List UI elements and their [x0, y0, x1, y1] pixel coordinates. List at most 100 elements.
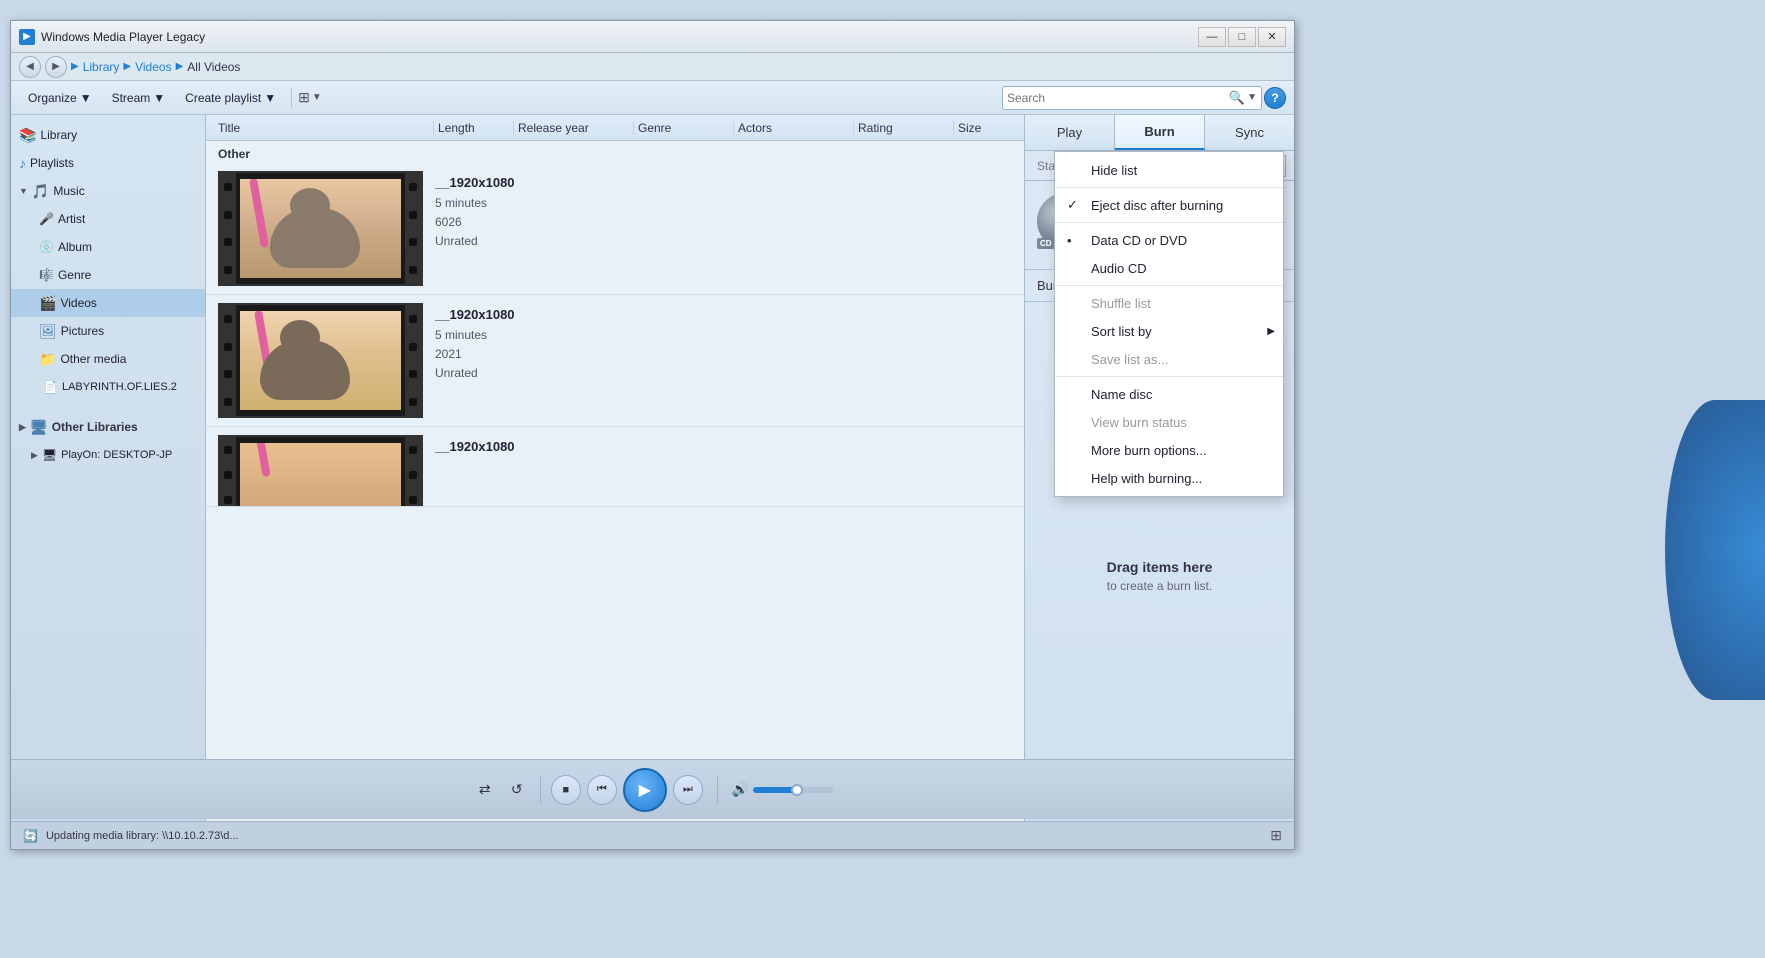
film-hole [409, 183, 417, 191]
play-icon: ▶ [639, 780, 651, 800]
film-hole [224, 211, 232, 219]
col-release-year[interactable]: Release year [514, 121, 634, 135]
player-separator-2 [717, 776, 718, 804]
tab-sync[interactable]: Sync [1205, 115, 1294, 150]
breadcrumb-videos[interactable]: Videos [135, 60, 171, 74]
video-meta-1: __1920x1080 5 minutes 6026 Unrated [435, 171, 1012, 252]
sidebar-item-music[interactable]: ▼ 🎵 Music [11, 177, 205, 205]
sidebar: 📚 Library ♪ Playlists ▼ 🎵 Music 🎤 Artist… [11, 115, 206, 849]
column-headers: Title Length Release year Genre Actors R… [206, 115, 1024, 141]
sidebar-item-genre[interactable]: 🎼 Genre [11, 261, 205, 289]
sidebar-item-other-media[interactable]: 📁 Other media [11, 345, 205, 373]
film-holes-left-1 [220, 173, 236, 284]
repeat-icon: ↺ [511, 781, 523, 798]
film-holes-left-3 [220, 437, 236, 507]
organize-button[interactable]: Organize ▼ [19, 85, 101, 111]
menu-data-cd-dvd[interactable]: • Data CD or DVD [1055, 226, 1283, 254]
player-bar: ⇄ ↺ ■ ⏮ ▶ ⏭ 🔊 [11, 759, 1294, 819]
menu-name-disc[interactable]: Name disc [1055, 380, 1283, 408]
play-button[interactable]: ▶ [623, 768, 667, 812]
col-genre[interactable]: Genre [634, 121, 734, 135]
other-media-icon: 📁 [39, 351, 56, 368]
player-separator-1 [540, 776, 541, 804]
menu-audio-cd[interactable]: Audio CD [1055, 254, 1283, 282]
status-text: Updating media library: \\10.10.2.73\d..… [46, 830, 239, 842]
video-thumb-content-3 [240, 443, 401, 507]
breadcrumb-arrow-2: ▶ [123, 61, 131, 72]
menu-help-burning[interactable]: Help with burning... [1055, 464, 1283, 492]
sort-view-icon[interactable]: ⊞ [298, 89, 310, 106]
breadcrumb-arrow-3: ▶ [176, 61, 184, 72]
videos-icon: 🎬 [39, 295, 56, 312]
col-actors[interactable]: Actors [734, 121, 854, 135]
shuffle-button[interactable]: ⇄ [472, 777, 498, 803]
video-title-3: __1920x1080 [435, 439, 1012, 454]
genre-icon: 🎼 [39, 268, 54, 282]
col-size[interactable]: Size [954, 121, 1024, 135]
video-year-1: 6026 [435, 213, 1012, 232]
grid-view-icon[interactable]: ⊞ [1270, 827, 1282, 844]
music-icon: 🎵 [32, 183, 49, 200]
video-title-1: __1920x1080 [435, 175, 1012, 190]
volume-icon[interactable]: 🔊 [732, 781, 749, 798]
close-button[interactable]: ✕ [1258, 27, 1286, 47]
toolbar-separator [291, 88, 292, 108]
sidebar-item-library[interactable]: 📚 Library [11, 121, 205, 149]
video-thumb-content-1 [240, 179, 401, 278]
minimize-button[interactable]: — [1198, 27, 1226, 47]
search-input[interactable] [1007, 91, 1229, 105]
breadcrumb-current: All Videos [187, 60, 240, 74]
forward-button[interactable]: ▶ [45, 56, 67, 78]
sidebar-item-pictures[interactable]: 🖼 Pictures [11, 317, 205, 345]
next-icon: ⏭ [683, 783, 693, 796]
main-window: ▶ Windows Media Player Legacy — □ ✕ ◀ ▶ … [10, 20, 1295, 850]
burn-dropdown-menu: Hide list ✓ Eject disc after burning • D… [1054, 151, 1284, 497]
film-hole [224, 266, 232, 274]
tab-play[interactable]: Play [1025, 115, 1115, 150]
search-dropdown-icon[interactable]: ▼ [1247, 92, 1257, 103]
sidebar-item-album[interactable]: 💿 Album [11, 233, 205, 261]
sidebar-item-artist[interactable]: 🎤 Artist [11, 205, 205, 233]
film-holes-left-2 [220, 305, 236, 416]
sidebar-item-playon[interactable]: ▶ 🖥 PlayOn: DESKTOP-JP [11, 441, 205, 469]
sidebar-item-labyrinth[interactable]: 📄 LABYRINTH.OF.LIES.2 [11, 373, 205, 401]
create-playlist-button[interactable]: Create playlist ▼ [176, 85, 285, 111]
prev-button[interactable]: ⏮ [587, 775, 617, 805]
volume-slider-thumb [791, 784, 803, 796]
search-icon[interactable]: 🔍 [1229, 90, 1245, 106]
sidebar-item-videos[interactable]: 🎬 Videos [11, 289, 205, 317]
col-title[interactable]: Title [214, 121, 434, 135]
repeat-button[interactable]: ↺ [504, 777, 530, 803]
video-item-2[interactable]: __1920x1080 5 minutes 2021 Unrated [206, 295, 1024, 427]
video-item-1[interactable]: __1920x1080 5 minutes 6026 Unrated [206, 163, 1024, 295]
menu-sort-list-by[interactable]: Sort list by ▶ [1055, 317, 1283, 345]
tab-burn[interactable]: Burn [1115, 115, 1205, 150]
col-length[interactable]: Length [434, 121, 514, 135]
video-item-3[interactable]: __1920x1080 [206, 427, 1024, 507]
menu-eject-disc[interactable]: ✓ Eject disc after burning [1055, 191, 1283, 219]
sidebar-other-libraries[interactable]: ▶ 🖥 Other Libraries [11, 413, 205, 441]
film-hole [224, 238, 232, 246]
sidebar-item-playlists[interactable]: ♪ Playlists [11, 149, 205, 177]
menu-separator-3 [1055, 285, 1283, 286]
stream-button[interactable]: Stream ▼ [103, 85, 175, 111]
prev-icon: ⏮ [597, 783, 607, 796]
sort-dropdown-icon[interactable]: ▼ [312, 92, 322, 103]
video-title-2: __1920x1080 [435, 307, 1012, 322]
breadcrumb-library[interactable]: Library [83, 60, 120, 74]
next-button[interactable]: ⏭ [673, 775, 703, 805]
help-button[interactable]: ? [1264, 87, 1286, 109]
menu-hide-list[interactable]: Hide list [1055, 156, 1283, 184]
film-holes-right-1 [405, 173, 421, 284]
menu-shuffle-list: Shuffle list [1055, 289, 1283, 317]
menu-separator-2 [1055, 222, 1283, 223]
video-meta-3: __1920x1080 [435, 435, 1012, 458]
film-holes-right-3 [405, 437, 421, 507]
maximize-button[interactable]: □ [1228, 27, 1256, 47]
back-button[interactable]: ◀ [19, 56, 41, 78]
menu-more-burn-options[interactable]: More burn options... [1055, 436, 1283, 464]
col-rating[interactable]: Rating [854, 121, 954, 135]
volume-slider[interactable] [753, 787, 833, 793]
stop-button[interactable]: ■ [551, 775, 581, 805]
music-collapse-arrow: ▼ [19, 186, 28, 196]
